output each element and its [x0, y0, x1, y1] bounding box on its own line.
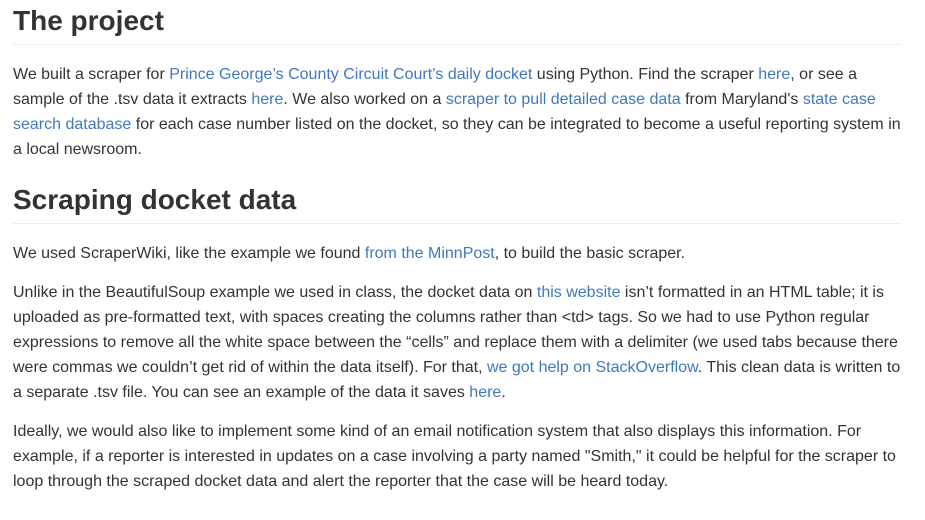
- text-run: Unlike in the BeautifulSoup example we u…: [13, 284, 537, 301]
- heading-scraping-docket-data: Scraping docket data: [13, 183, 901, 224]
- email-notification-paragraph: Ideally, we would also like to implement…: [13, 419, 901, 494]
- link-data-example-here[interactable]: here: [469, 384, 501, 401]
- beautifulsoup-paragraph: Unlike in the BeautifulSoup example we u…: [13, 280, 901, 405]
- text-run: . We also worked on a: [283, 91, 446, 108]
- scraperwiki-paragraph: We used ScraperWiki, like the example we…: [13, 241, 901, 266]
- link-this-website[interactable]: this website: [537, 284, 621, 301]
- text-run: using Python. Find the scraper: [532, 66, 759, 83]
- text-run: for each case number listed on the docke…: [13, 116, 901, 158]
- link-minnpost[interactable]: from the MinnPost: [365, 245, 495, 262]
- project-paragraph: We built a scraper for Prince George’s C…: [13, 62, 901, 162]
- heading-the-project: The project: [13, 4, 901, 45]
- text-run: We used ScraperWiki, like the example we…: [13, 245, 365, 262]
- link-detailed-case-scraper[interactable]: scraper to pull detailed case data: [446, 91, 681, 108]
- text-run: .: [501, 384, 506, 401]
- link-scraper-here[interactable]: here: [758, 66, 790, 83]
- text-run: , to build the basic scraper.: [494, 245, 686, 262]
- text-run: from Maryland's: [680, 91, 803, 108]
- article-content: The project We built a scraper for Princ…: [13, 0, 901, 494]
- link-stackoverflow[interactable]: we got help on StackOverflow: [487, 359, 698, 376]
- link-sample-here[interactable]: here: [251, 91, 283, 108]
- text-run: We built a scraper for: [13, 66, 170, 83]
- link-daily-docket[interactable]: Prince George’s County Circuit Court’s d…: [169, 66, 532, 83]
- text-run: Ideally, we would also like to implement…: [13, 423, 896, 490]
